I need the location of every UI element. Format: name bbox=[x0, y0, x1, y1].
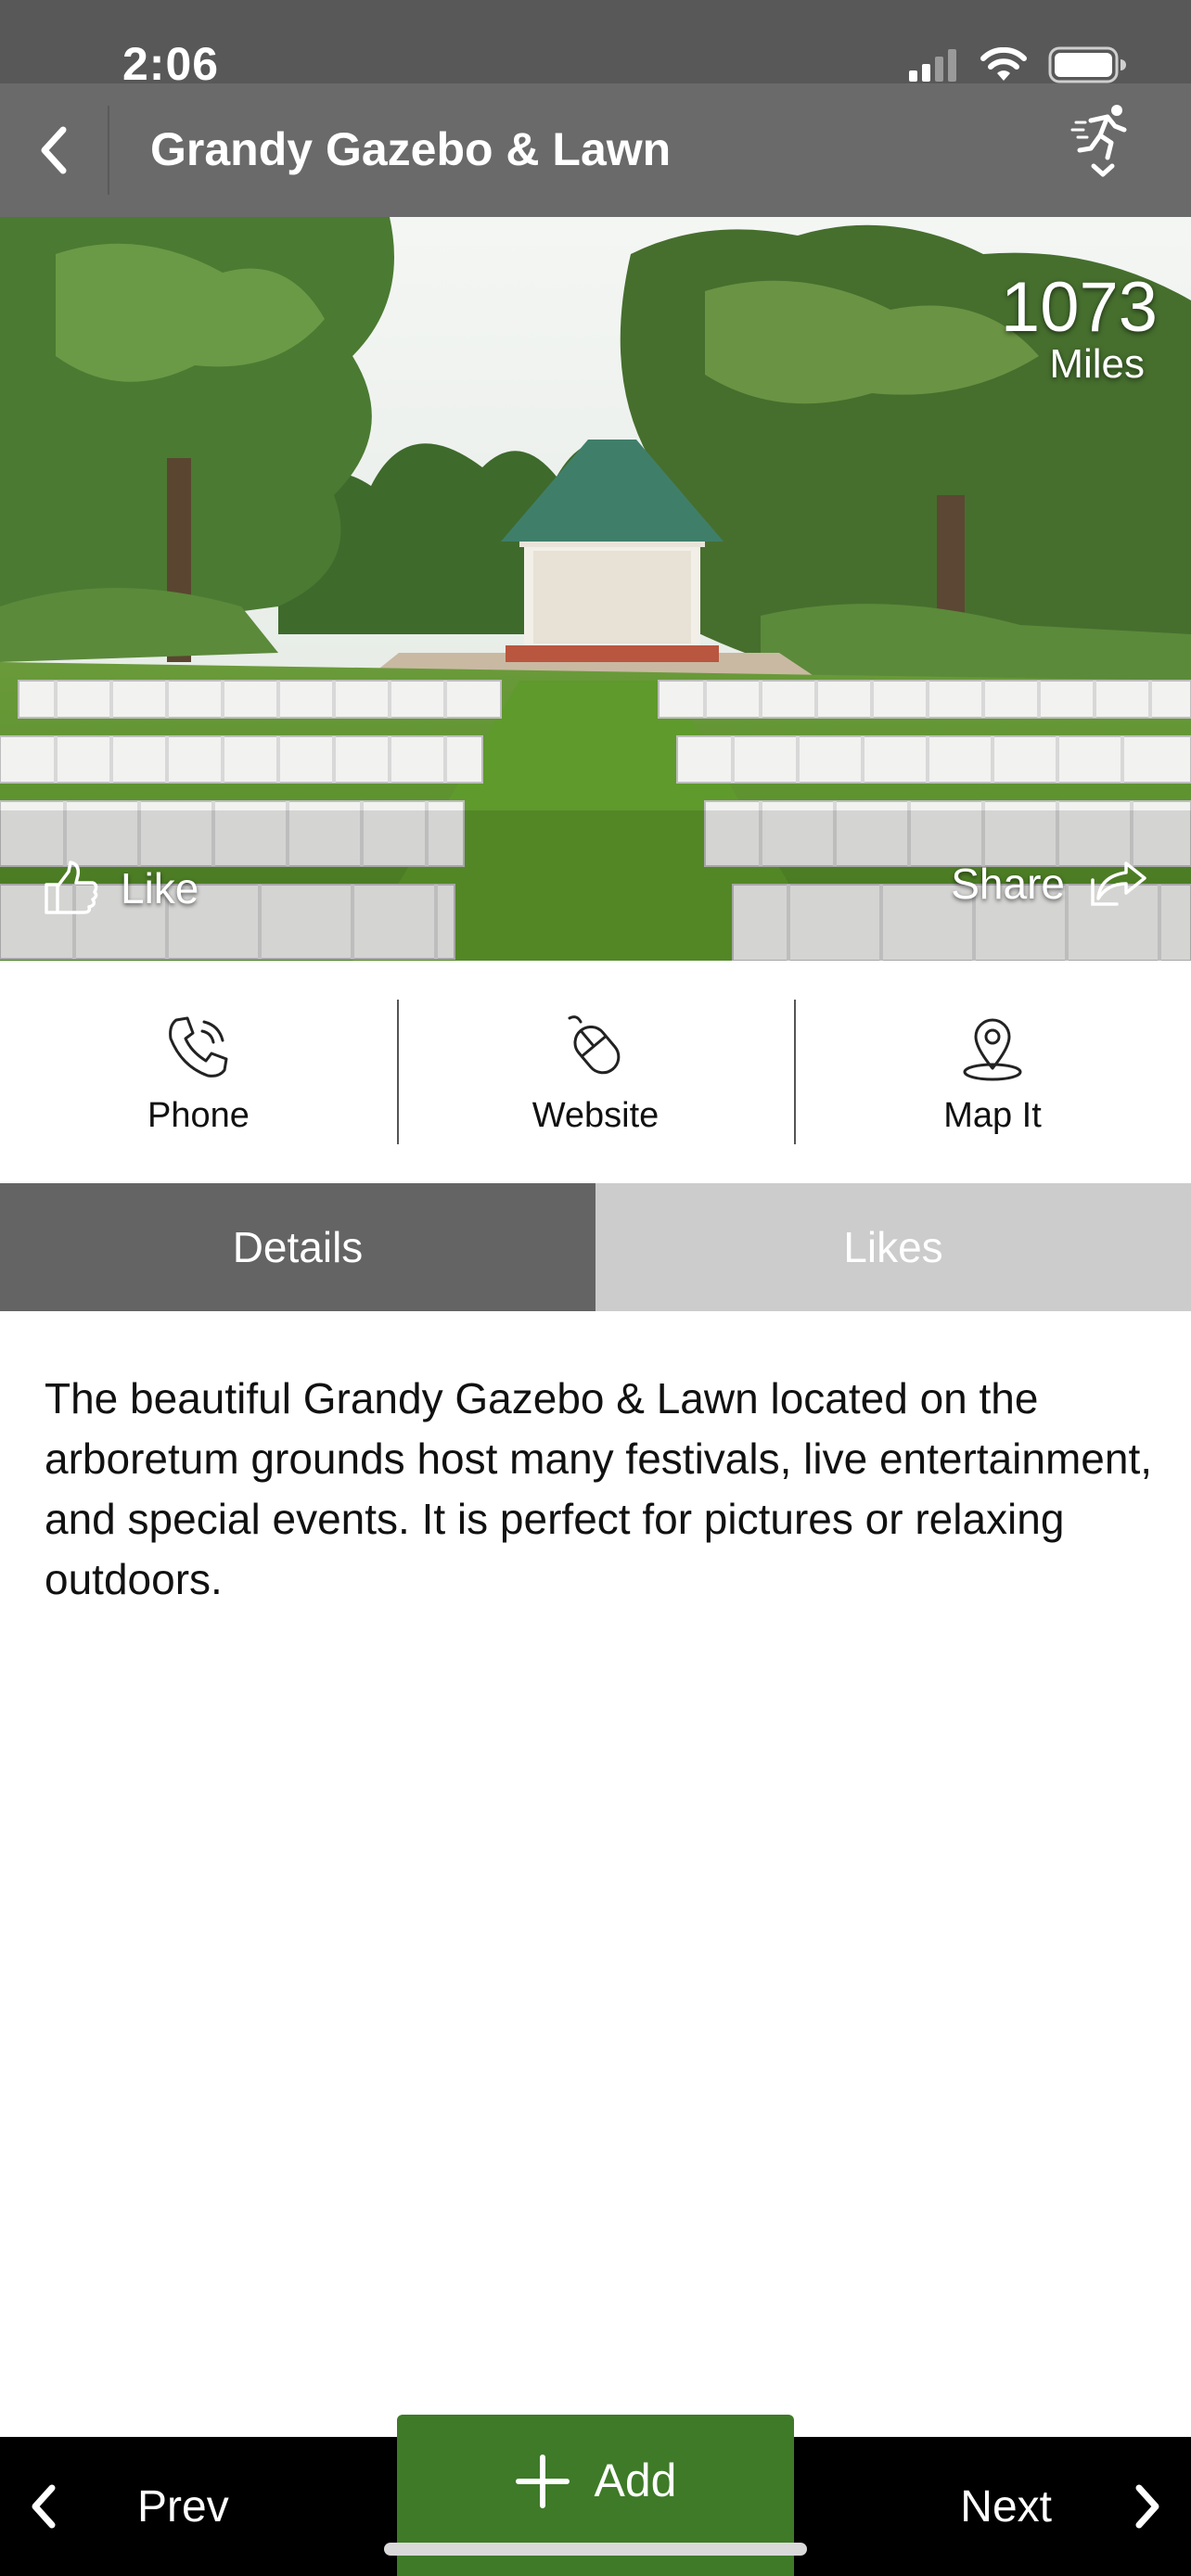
page-title: Grandy Gazebo & Lawn bbox=[150, 123, 672, 175]
activity-menu-button[interactable] bbox=[1061, 102, 1145, 204]
prev-label: Prev bbox=[137, 2481, 229, 2531]
action-divider bbox=[794, 1000, 796, 1144]
wifi-icon bbox=[980, 47, 1027, 81]
contact-actions: Phone Website Map It bbox=[0, 961, 1191, 1183]
website-button[interactable]: Website bbox=[397, 961, 794, 1183]
battery-icon bbox=[1048, 46, 1126, 83]
hero-photo: 1073 Miles Like Share bbox=[0, 217, 1191, 961]
mouse-icon bbox=[568, 1015, 621, 1075]
venue-description: The beautiful Grandy Gazebo & Lawn locat… bbox=[45, 1374, 1153, 1603]
status-bar: 2:06 bbox=[0, 0, 1191, 90]
distance-value: 1073 bbox=[1000, 268, 1158, 347]
like-label: Like bbox=[121, 864, 199, 912]
share-button[interactable]: Share bbox=[951, 859, 1148, 909]
next-label: Next bbox=[960, 2481, 1052, 2531]
next-button[interactable]: Next bbox=[801, 2437, 1191, 2576]
tab-likes[interactable]: Likes bbox=[596, 1183, 1191, 1311]
runner-icon bbox=[1070, 105, 1127, 160]
like-button[interactable]: Like bbox=[41, 859, 198, 918]
phone-icon bbox=[169, 1016, 228, 1078]
header-bar: Grandy Gazebo & Lawn bbox=[0, 83, 1191, 217]
add-label: Add bbox=[594, 2455, 677, 2506]
distance-indicator: 1073 Miles bbox=[1001, 273, 1158, 386]
header-divider bbox=[108, 106, 109, 195]
chevron-down-icon bbox=[1091, 163, 1115, 177]
signal-icon bbox=[909, 49, 956, 82]
status-icons bbox=[907, 46, 1126, 83]
chevron-left-icon bbox=[32, 2484, 56, 2529]
tab-bar: Details Likes bbox=[0, 1183, 1191, 1311]
share-icon bbox=[1091, 861, 1146, 906]
tab-details[interactable]: Details bbox=[0, 1183, 596, 1311]
home-indicator[interactable] bbox=[384, 2543, 807, 2556]
map-it-label: Map It bbox=[943, 1096, 1042, 1135]
prev-button[interactable]: Prev bbox=[0, 2437, 390, 2576]
website-label: Website bbox=[531, 1096, 660, 1135]
chevron-right-icon bbox=[1135, 2484, 1159, 2529]
phone-label: Phone bbox=[147, 1096, 250, 1135]
thumbs-up-icon bbox=[45, 861, 98, 914]
map-pin-icon bbox=[963, 1018, 1022, 1081]
map-it-button[interactable]: Map It bbox=[794, 961, 1191, 1183]
phone-button[interactable]: Phone bbox=[0, 961, 397, 1183]
distance-unit: Miles bbox=[1049, 341, 1145, 387]
share-label: Share bbox=[951, 860, 1065, 908]
back-button[interactable] bbox=[0, 83, 108, 217]
chevron-left-icon bbox=[41, 126, 67, 174]
plus-icon bbox=[515, 2455, 570, 2508]
action-divider bbox=[397, 1000, 399, 1144]
